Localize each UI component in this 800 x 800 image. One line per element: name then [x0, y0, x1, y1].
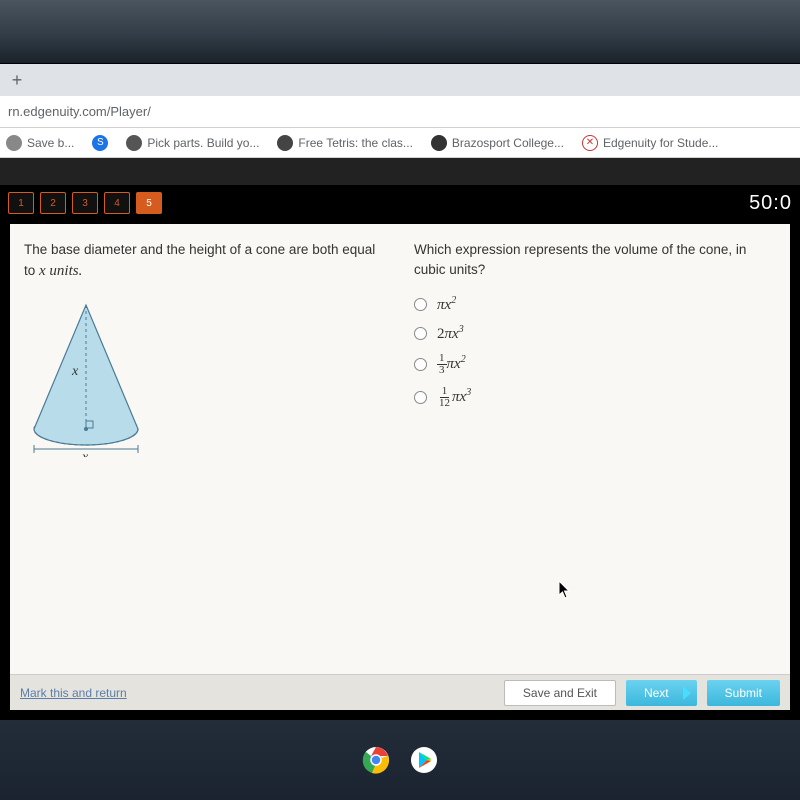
prompt-var: x units.	[39, 263, 82, 279]
bookmark-icon	[431, 135, 447, 151]
option-c[interactable]: 13πx2	[414, 353, 776, 376]
option-c-math: 13πx2	[437, 353, 466, 376]
action-footer: Mark this and return Save and Exit Next …	[10, 674, 790, 710]
radio-icon	[414, 391, 427, 404]
next-button[interactable]: Next	[626, 680, 697, 706]
radio-icon	[414, 358, 427, 371]
nav-item-2[interactable]: 2	[40, 192, 66, 214]
button-row: Save and Exit Next Submit	[504, 680, 780, 706]
radio-icon	[414, 298, 427, 311]
mark-and-return-link[interactable]: Mark this and return	[20, 686, 127, 700]
bezel-reflection	[0, 0, 800, 65]
option-d[interactable]: 112πx3	[414, 386, 776, 409]
save-exit-button[interactable]: Save and Exit	[504, 680, 616, 706]
bookmark-save[interactable]: Save b...	[6, 135, 74, 151]
cube-icon	[126, 135, 142, 151]
nav-item-4[interactable]: 4	[104, 192, 130, 214]
app-header	[0, 158, 800, 186]
mouse-cursor-icon	[558, 580, 572, 600]
bookmark-icon	[277, 135, 293, 151]
question-left: The base diameter and the height of a co…	[10, 224, 400, 674]
nav-item-3[interactable]: 3	[72, 192, 98, 214]
bookmark-label: Brazosport College...	[452, 136, 564, 150]
submit-button[interactable]: Submit	[707, 680, 780, 706]
chrome-icon[interactable]	[360, 744, 392, 776]
url-text: rn.edgenuity.com/Player/	[8, 104, 151, 119]
cone-diagram: x x	[24, 297, 386, 460]
bookmark-brazosport[interactable]: Brazosport College...	[431, 135, 564, 151]
bookmark-edgenuity[interactable]: ✕ Edgenuity for Stude...	[582, 135, 718, 151]
question-content: The base diameter and the height of a co…	[10, 224, 790, 674]
height-label: x	[71, 364, 79, 379]
bookmark-icon: ✕	[582, 135, 598, 151]
diameter-label: x	[81, 450, 89, 457]
play-store-icon[interactable]	[408, 744, 440, 776]
bookmark-icon: S	[92, 135, 108, 151]
bookmark-label: Pick parts. Build yo...	[147, 136, 259, 150]
bookmark-tetris[interactable]: Free Tetris: the clas...	[277, 135, 413, 151]
radio-icon	[414, 327, 427, 340]
nav-item-1[interactable]: 1	[8, 192, 34, 214]
new-tab-button[interactable]: +	[6, 69, 28, 91]
right-prompt: Which expression represents the volume o…	[414, 240, 776, 281]
option-b[interactable]: 2πx3	[414, 324, 776, 343]
question-nav: 1 2 3 4 5 50:0	[0, 186, 800, 220]
option-a-math: πx2	[437, 295, 456, 314]
bookmarks-bar: Save b... S Pick parts. Build yo... Free…	[0, 128, 800, 158]
bookmark-pickparts[interactable]: Pick parts. Build yo...	[126, 135, 259, 151]
screen: + rn.edgenuity.com/Player/ Save b... S P…	[0, 0, 800, 720]
bookmark-label: Edgenuity for Stude...	[603, 136, 718, 150]
tab-strip: +	[0, 64, 800, 96]
bookmark-icon	[6, 135, 22, 151]
option-a[interactable]: πx2	[414, 295, 776, 314]
bookmark-label: Free Tetris: the clas...	[298, 136, 413, 150]
answer-options: πx2 2πx3 13πx2 112πx3	[414, 295, 776, 409]
option-d-math: 112πx3	[437, 386, 471, 409]
address-bar[interactable]: rn.edgenuity.com/Player/	[0, 96, 800, 128]
question-right: Which expression represents the volume o…	[400, 224, 790, 674]
chromeos-shelf	[0, 720, 800, 800]
timer: 50:0	[749, 192, 792, 215]
nav-item-5[interactable]: 5	[136, 192, 162, 214]
prompt-text: The base diameter and the height of a co…	[24, 240, 386, 283]
bookmark-s[interactable]: S	[92, 135, 108, 151]
nav-boxes: 1 2 3 4 5	[8, 192, 162, 214]
option-b-math: 2πx3	[437, 324, 464, 343]
bookmark-label: Save b...	[27, 136, 74, 150]
